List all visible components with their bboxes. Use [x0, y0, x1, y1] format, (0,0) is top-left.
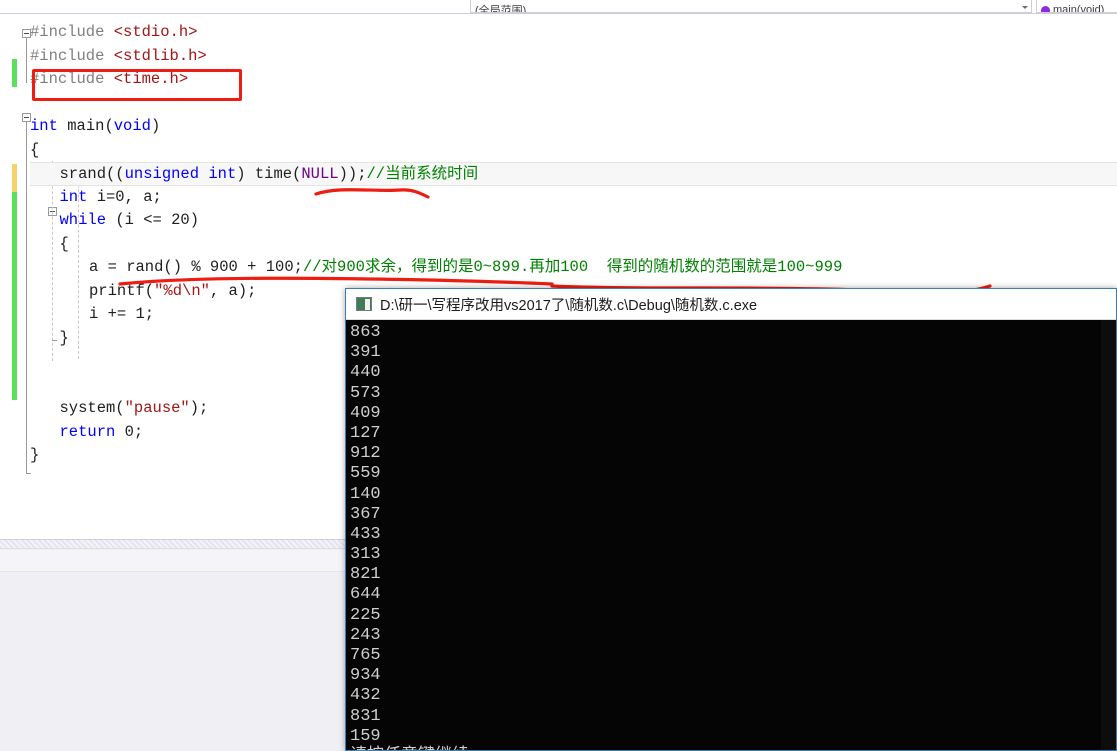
console-output-line: 912	[350, 444, 381, 464]
code-token-kw: int	[30, 117, 68, 135]
code-token-pln: }	[30, 446, 40, 464]
code-token-kw: while	[59, 211, 107, 229]
code-token-pln: }	[59, 328, 69, 347]
change-marker-green	[12, 192, 17, 400]
code-line[interactable]: int i=0, a;	[30, 186, 162, 210]
code-line[interactable]: {	[30, 139, 39, 163]
chevron-down-icon	[1022, 6, 1028, 9]
code-token-kw: unsigned int	[124, 165, 237, 183]
code-token-pln: a = rand() % 900 + 100;	[89, 258, 303, 276]
code-token-pp: #include	[30, 46, 114, 65]
console-output-line: 243	[350, 625, 381, 645]
scope-dropdown-label: (全局范围)	[475, 5, 527, 13]
code-line[interactable]: #include <stdio.h>	[30, 21, 197, 45]
console-title-text: D:\研一\写程序改用vs2017了\随机数.c\Debug\随机数.c.exe	[380, 297, 758, 314]
console-output-line: 863	[350, 323, 381, 342]
code-token-hdr: <stdio.h>	[113, 23, 198, 41]
code-line[interactable]: }	[30, 327, 69, 351]
code-line[interactable]: #include <time.h>	[30, 68, 188, 92]
console-output-line: 644	[350, 585, 381, 605]
scope-dropdown[interactable]: (全局范围)	[470, 0, 1032, 13]
console-output-line: 559	[350, 464, 381, 484]
code-token-kw: int	[59, 187, 88, 206]
code-line[interactable]: }	[30, 444, 39, 468]
fold-line-includes	[26, 38, 27, 83]
code-token-kw: return	[59, 422, 116, 441]
code-line[interactable]: while (i <= 20)	[30, 209, 200, 233]
change-marker-green	[12, 59, 17, 87]
console-output-line: 225	[350, 605, 381, 625]
change-marker-yellow	[12, 164, 17, 192]
console-output-line: 831	[350, 706, 381, 726]
code-token-pln: (	[104, 117, 114, 135]
console-output-line: 409	[350, 403, 381, 423]
code-line[interactable]: return 0;	[30, 421, 144, 445]
console-output-line: 765	[350, 646, 381, 665]
console-output-line: 127	[350, 423, 381, 443]
code-token-pln: 0;	[115, 422, 144, 441]
code-token-pln: {	[59, 234, 69, 253]
code-line[interactable]: system("pause");	[30, 397, 209, 421]
console-output-line: 433	[350, 524, 381, 544]
code-token-pln: ));	[338, 165, 367, 183]
console-output-line: 573	[350, 383, 381, 403]
code-token-pp: #include	[30, 23, 114, 41]
console-output-line: 440	[350, 363, 381, 383]
editor-navigation-bar: (全局范围) main(void)	[0, 0, 1117, 14]
method-icon	[1041, 5, 1050, 12]
console-scrollbar[interactable]	[1101, 320, 1116, 750]
console-output-line: 432	[350, 686, 381, 706]
code-token-pln: srand((	[59, 165, 125, 183]
code-token-str: "%d\n"	[154, 281, 210, 300]
code-token-hdr: <time.h>	[113, 70, 189, 88]
code-token-pln: , a);	[209, 281, 257, 300]
code-token-pln: );	[189, 399, 209, 417]
code-token-pln: (i <= 20)	[106, 211, 200, 229]
code-line[interactable]: a = rand() % 900 + 100;//对900求余，得到的是0~89…	[30, 256, 842, 280]
console-title-bar[interactable]: D:\研一\写程序改用vs2017了\随机数.c\Debug\随机数.c.exe	[346, 289, 1116, 320]
code-line[interactable]: srand((unsigned int) time(NULL));//当前系统时…	[30, 162, 1117, 186]
console-output-line: 391	[350, 343, 381, 363]
console-output: 863 391 440 573 409 127 912 559 140 367 433 313 821 6…	[346, 320, 1116, 750]
member-dropdown-label: main(void)	[1053, 4, 1105, 13]
console-output-line: 313	[350, 545, 381, 565]
code-line[interactable]: {	[30, 233, 69, 257]
code-token-cmt: //对900求余，得到的是0~899.再加100 得到的随机数的范围就是100~…	[302, 258, 843, 276]
app-root: (全局范围) main(void) #include <stdio.h> #inc…	[0, 0, 1117, 751]
console-window[interactable]: D:\研一\写程序改用vs2017了\随机数.c\Debug\随机数.c.exe…	[345, 288, 1117, 751]
code-line[interactable]: #include <stdlib.h>	[30, 45, 207, 69]
code-token-pln: system(	[59, 399, 125, 417]
code-token-str: "pause"	[124, 399, 190, 417]
code-token-hdr: <stdlib.h>	[113, 46, 207, 65]
code-token-pln: ) time(	[236, 165, 302, 183]
console-output-line: 934	[350, 666, 381, 686]
code-line[interactable]	[30, 350, 39, 374]
console-output-line: 367	[350, 504, 381, 524]
console-app-icon	[356, 297, 372, 311]
code-line[interactable]: printf("%d\n", a);	[30, 280, 256, 304]
code-token-pln: i=0, a;	[87, 187, 162, 206]
code-token-pln: i += 1;	[89, 305, 155, 323]
console-output-line: 请按任意键继续. . .	[350, 747, 1116, 750]
console-output-line: 821	[350, 565, 381, 585]
code-token-pln: {	[30, 140, 40, 159]
code-token-mac: NULL	[301, 165, 339, 183]
code-token-pln: main	[67, 117, 105, 135]
code-line[interactable]: int main(void)	[30, 115, 160, 139]
code-token-pln: printf(	[89, 281, 155, 300]
code-token-cmt: //当前系统时间	[366, 165, 479, 183]
code-token-pp: #include	[30, 70, 114, 88]
console-output-line: 159	[350, 726, 381, 746]
member-dropdown[interactable]: main(void)	[1036, 0, 1117, 13]
code-token-kw: void	[113, 117, 151, 135]
fold-line-main	[26, 122, 27, 473]
console-output-line: 140	[350, 484, 381, 504]
code-line[interactable]	[30, 374, 39, 398]
code-token-pln: )	[150, 117, 161, 135]
code-line[interactable]: i += 1;	[30, 303, 154, 327]
code-line[interactable]	[30, 92, 39, 116]
